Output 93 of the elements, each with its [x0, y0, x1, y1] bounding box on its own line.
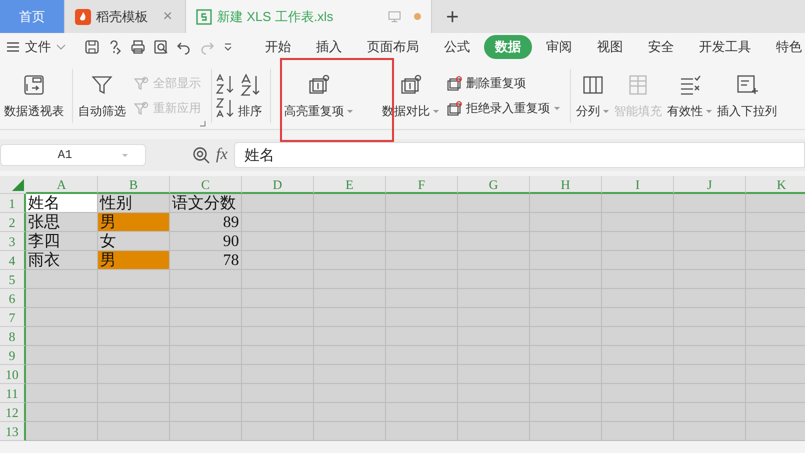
- list-add-icon: [735, 72, 759, 96]
- formula-field[interactable]: 姓名: [234, 142, 805, 168]
- table-cell: 男: [98, 251, 170, 270]
- row-header[interactable]: 6: [0, 289, 26, 308]
- row-header[interactable]: 9: [0, 346, 26, 365]
- document-tab[interactable]: 首页: [0, 0, 65, 33]
- tab-label: 首页: [19, 8, 45, 26]
- row-header[interactable]: 4: [0, 251, 26, 270]
- ribbon-tab[interactable]: 开始: [254, 34, 302, 58]
- caret-icon: [554, 107, 560, 110]
- document-tab[interactable]: 新建 XLS 工作表.xls: [186, 0, 432, 33]
- ribbon-button[interactable]: 有效性: [665, 63, 714, 129]
- table-cell: 雨衣: [26, 251, 98, 270]
- close-icon[interactable]: ×: [163, 8, 172, 26]
- column-header[interactable]: F: [386, 176, 458, 194]
- row-header[interactable]: 5: [0, 270, 26, 289]
- ribbon-button[interactable]: 自动筛选: [76, 63, 128, 129]
- sort-descending-icon[interactable]: [215, 97, 235, 119]
- pivot-table-icon: [22, 72, 46, 96]
- select-all-triangle-icon[interactable]: [12, 179, 24, 191]
- duplicate-cells-icon: [446, 100, 462, 116]
- duplicate-cells-icon: [446, 76, 462, 92]
- print-icon[interactable]: [130, 38, 146, 54]
- flame-logo-icon: [75, 8, 91, 24]
- ribbon-tab[interactable]: 审阅: [535, 34, 583, 58]
- column-header[interactable]: E: [314, 176, 386, 194]
- name-box[interactable]: A1: [0, 144, 146, 166]
- row-header[interactable]: 2: [0, 213, 26, 232]
- column-header[interactable]: D: [242, 176, 314, 194]
- row-header[interactable]: 1: [0, 194, 26, 213]
- table-cell: 语文分数: [170, 194, 242, 213]
- row-header[interactable]: 8: [0, 327, 26, 346]
- new-tab-button[interactable]: +: [432, 0, 473, 33]
- table-cell: 90: [170, 232, 242, 251]
- ribbon-button[interactable]: 排序: [236, 63, 264, 129]
- ribbon-button[interactable]: 删除重复项: [446, 75, 560, 92]
- funnel-icon: [133, 100, 149, 116]
- function-button[interactable]: fx: [216, 146, 228, 164]
- sort-icon: [238, 72, 262, 96]
- row-header[interactable]: 7: [0, 308, 26, 327]
- table-cell: 78: [170, 251, 242, 270]
- ribbon-button[interactable]: 分列: [574, 63, 611, 129]
- ribbon-button[interactable]: 高亮重复项: [274, 63, 363, 129]
- file-menu[interactable]: 文件: [0, 38, 72, 56]
- ribbon-tab[interactable]: 安全: [637, 34, 685, 58]
- table-cell: 89: [170, 213, 242, 232]
- table-cell: 姓名: [26, 194, 98, 213]
- spreadsheet-file-icon: [196, 8, 212, 24]
- column-header[interactable]: J: [674, 176, 746, 194]
- column-header[interactable]: B: [98, 176, 170, 194]
- ribbon-tab[interactable]: 公式: [433, 34, 481, 58]
- ribbon-button[interactable]: 插入下拉列: [715, 63, 779, 129]
- caret-icon: [706, 110, 712, 112]
- tab-label: 新建 XLS 工作表.xls: [217, 8, 334, 26]
- table-cell: 性别: [98, 194, 170, 213]
- duplicate-cells-icon: [306, 72, 330, 96]
- ribbon-tab[interactable]: 视图: [586, 34, 634, 58]
- row-header[interactable]: 11: [0, 384, 26, 403]
- duplicate-cells-icon: [398, 72, 422, 96]
- ribbon-button[interactable]: 拒绝录入重复项: [446, 100, 560, 117]
- sort-ascending-icon[interactable]: [215, 73, 235, 95]
- column-header[interactable]: K: [746, 176, 805, 194]
- dropdown-icon[interactable]: [222, 40, 234, 52]
- funnel-icon: [133, 76, 149, 92]
- zoom-icon[interactable]: [192, 146, 210, 164]
- ribbon-tab[interactable]: 特色: [765, 34, 805, 58]
- table-cell: 张思: [26, 213, 98, 232]
- ribbon-tab[interactable]: 插入: [305, 34, 353, 58]
- chevron-icon: [56, 42, 66, 50]
- ribbon-button[interactable]: 数据透视表: [2, 63, 66, 129]
- caret-icon: [603, 110, 609, 112]
- column-header[interactable]: I: [602, 176, 674, 194]
- table-cell: 女: [98, 232, 170, 251]
- dialog-launcher-icon[interactable]: [200, 121, 206, 127]
- save-icon[interactable]: [84, 38, 100, 54]
- row-header[interactable]: 13: [0, 422, 26, 441]
- column-header[interactable]: C: [170, 176, 242, 194]
- row-header[interactable]: 3: [0, 232, 26, 251]
- tab-label: 稻壳模板: [96, 8, 148, 26]
- menu-icon: [6, 40, 20, 52]
- column-header[interactable]: H: [530, 176, 602, 194]
- ribbon-tab[interactable]: 数据: [484, 34, 532, 58]
- row-header[interactable]: 12: [0, 403, 26, 422]
- caret-icon: [433, 110, 439, 112]
- column-header[interactable]: A: [26, 176, 98, 194]
- ribbon-tab[interactable]: 开发工具: [688, 34, 762, 58]
- caret-icon: [347, 110, 353, 112]
- ribbon-tab[interactable]: 页面布局: [356, 34, 430, 58]
- print-preview-icon[interactable]: [153, 38, 169, 54]
- row-header[interactable]: 10: [0, 365, 26, 384]
- table-cell: 李四: [26, 232, 98, 251]
- column-header[interactable]: G: [458, 176, 530, 194]
- table-cell: 男: [98, 213, 170, 232]
